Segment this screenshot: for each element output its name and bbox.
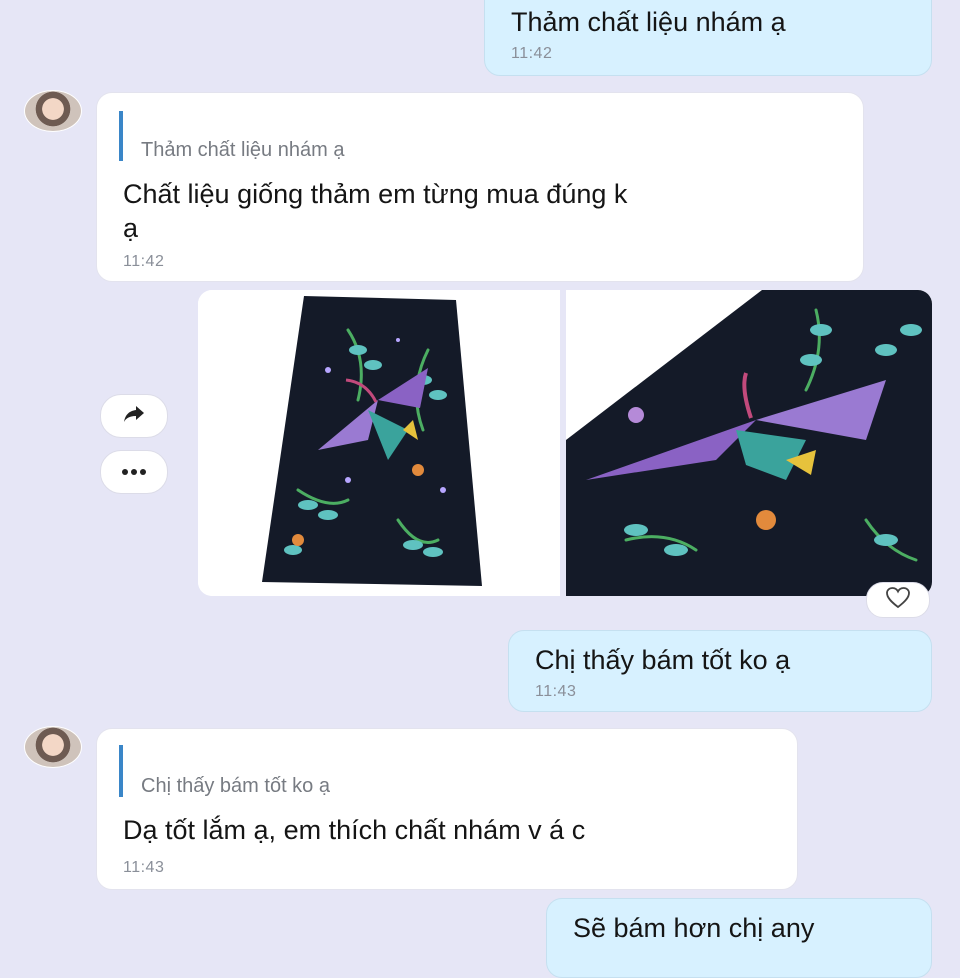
message-text-line: ạ [123, 213, 139, 243]
message-text: Thảm chất liệu nhám ạ [511, 7, 786, 37]
quoted-text: Chị thấy bám tốt ko ạ [141, 775, 330, 797]
heart-icon [886, 586, 910, 614]
photo-rug-closeup[interactable] [566, 290, 932, 596]
message-time: 11:42 [123, 253, 165, 270]
message-time: 11:42 [511, 45, 553, 62]
incoming-message-bubble[interactable]: Thảm chất liệu nhám ạ Chất liệu giống th… [96, 92, 864, 282]
share-arrow-icon [123, 405, 145, 428]
quoted-text: Thảm chất liệu nhám ạ [141, 139, 345, 161]
contact-avatar[interactable] [24, 726, 82, 768]
react-button[interactable] [866, 582, 930, 618]
message-text: Sẽ bám hơn chị any [573, 913, 815, 943]
quoted-reply[interactable]: Thảm chất liệu nhám ạ [119, 111, 344, 161]
quoted-reply[interactable]: Chị thấy bám tốt ko ạ [119, 745, 330, 797]
incoming-message-bubble[interactable]: Chị thấy bám tốt ko ạ Dạ tốt lắm ạ, em t… [96, 728, 798, 890]
more-dots-icon [121, 463, 147, 481]
message-text: Dạ tốt lắm ạ, em thích chất nhám v á c [123, 815, 586, 845]
outgoing-message-bubble[interactable]: Thảm chất liệu nhám ạ 11:42 [484, 0, 932, 76]
message-text: Chị thấy bám tốt ko ạ [535, 645, 791, 675]
message-time: 11:43 [535, 683, 577, 700]
outgoing-message-bubble[interactable]: Chị thấy bám tốt ko ạ 11:43 [508, 630, 932, 712]
message-text-line: Chất liệu giống thảm em từng mua đúng k [123, 179, 628, 209]
message-time: 11:43 [123, 859, 165, 876]
more-options-button[interactable] [100, 450, 168, 494]
forward-button[interactable] [100, 394, 168, 438]
contact-avatar[interactable] [24, 90, 82, 132]
runner-rug-illustration [198, 290, 560, 596]
message-text: Chất liệu giống thảm em từng mua đúng k … [123, 177, 843, 245]
outgoing-message-bubble[interactable]: Sẽ bám hơn chị any [546, 898, 932, 978]
photo-runner-rug[interactable] [198, 290, 560, 596]
rug-closeup-illustration [566, 290, 932, 596]
